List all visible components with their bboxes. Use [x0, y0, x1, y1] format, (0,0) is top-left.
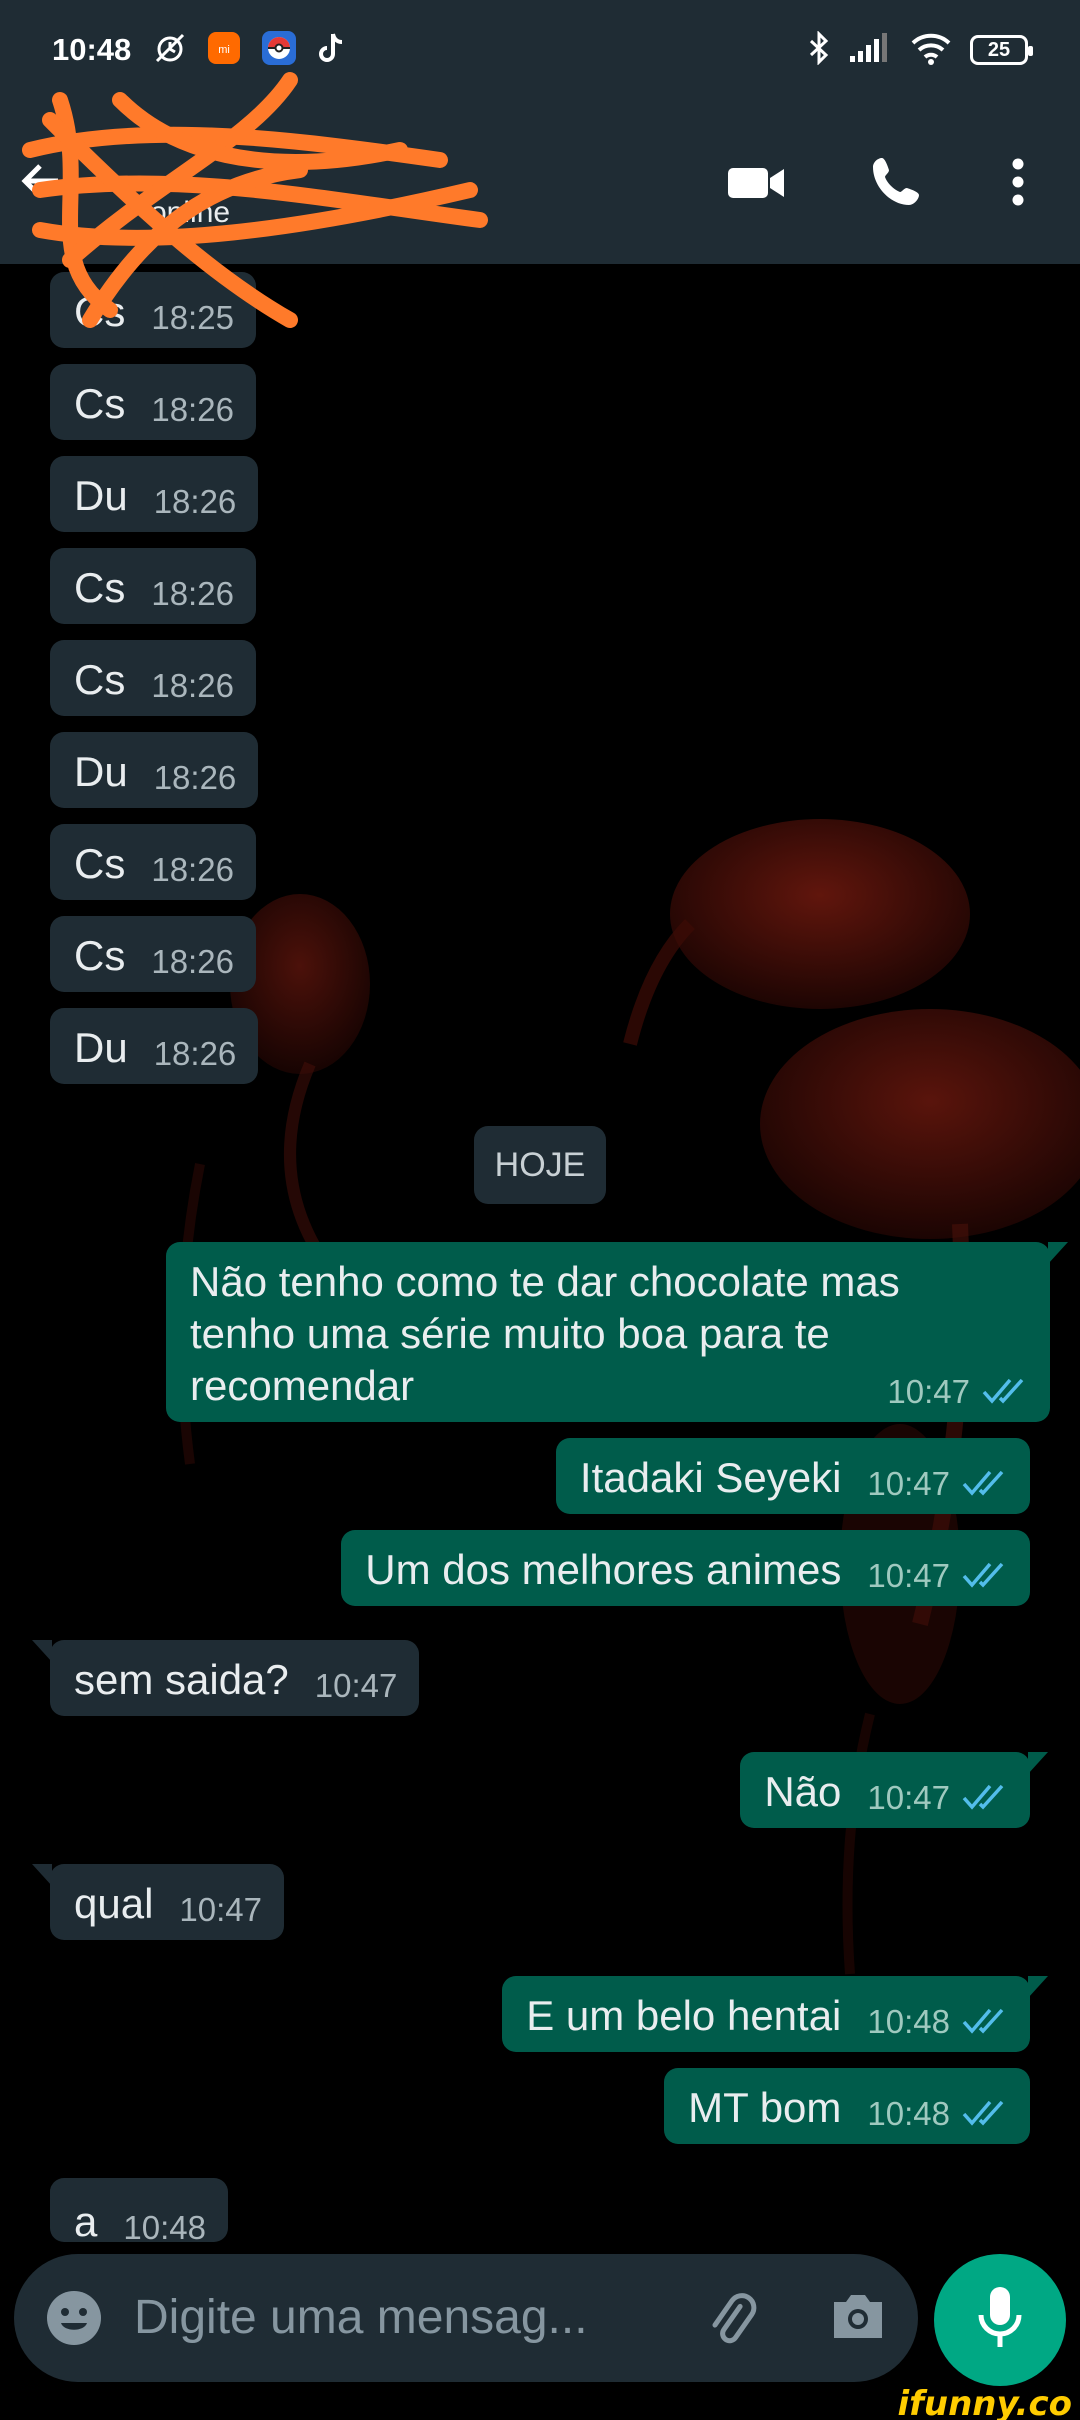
wifi-icon	[910, 31, 952, 70]
message-incoming[interactable]: Du 18:26	[50, 1008, 259, 1084]
status-bar: 10:48 mi 25	[0, 0, 1080, 100]
video-call-icon[interactable]	[724, 150, 788, 219]
signal-icon	[848, 32, 892, 69]
bubble-tail	[1028, 1752, 1048, 1774]
watermark: ifunny.co	[897, 2384, 1072, 2420]
message-text: Cs	[74, 656, 126, 703]
message-line: Não tenho como te dar chocolate mas	[190, 1258, 900, 1305]
chat-header: online	[0, 100, 1080, 264]
bluetooth-icon	[808, 29, 830, 70]
message-time: 10:48	[867, 2095, 950, 2132]
message-line: tenho uma série muito boa para te	[190, 1310, 830, 1357]
message-incoming[interactable]: Cs 18:26	[50, 824, 256, 900]
message-time: 18:26	[151, 943, 234, 980]
svg-text:mi: mi	[218, 44, 230, 56]
message-time: 18:26	[151, 851, 234, 888]
battery-indicator: 25	[970, 35, 1033, 65]
message-time: 10:47	[867, 1779, 950, 1816]
message-incoming[interactable]: Du 18:26	[50, 732, 259, 808]
bubble-tail	[32, 1640, 52, 1662]
phone-icon[interactable]	[864, 150, 928, 219]
bubble-tail	[50, 2178, 52, 2200]
message-text: Itadaki Seyeki	[579, 1454, 842, 1501]
message-text: E um belo hentai	[526, 1992, 842, 2039]
message-outgoing[interactable]: E um belo hentai 10:48	[502, 1976, 1048, 2052]
message-time: 18:26	[151, 391, 234, 428]
message-time: 10:48	[123, 2209, 206, 2242]
mic-icon	[975, 2285, 1025, 2356]
message-line: recomendar	[190, 1362, 415, 1409]
message-time: 10:47	[867, 1557, 950, 1594]
message-text: Cs	[74, 380, 126, 427]
message-input[interactable]	[134, 2282, 694, 2352]
message-text: Um dos melhores animes	[365, 1546, 842, 1593]
message-text: sem saida?	[74, 1656, 289, 1703]
back-arrow-icon[interactable]	[18, 158, 64, 209]
message-text: Cs	[74, 288, 126, 335]
message-outgoing[interactable]: MT bom 10:48	[664, 2068, 1030, 2144]
message-time: 10:47	[179, 1891, 262, 1928]
message-time: 10:47	[867, 1465, 950, 1502]
contact-status[interactable]: online	[150, 196, 230, 230]
message-time: 10:47	[314, 1667, 398, 1704]
read-ticks-icon	[960, 1458, 1008, 1510]
message-time: 18:26	[153, 1035, 237, 1072]
message-time: 10:48	[867, 2003, 950, 2040]
mi-app-icon: mi	[207, 31, 241, 70]
message-outgoing[interactable]: Não tenho como te dar chocolate mas tenh…	[166, 1242, 1068, 1422]
camera-icon[interactable]	[828, 2288, 888, 2349]
date-chip: HOJE	[474, 1126, 606, 1204]
message-text: Cs	[74, 932, 126, 979]
message-text: Du	[74, 748, 128, 795]
message-time: 18:26	[153, 483, 237, 520]
message-outgoing[interactable]: Itadaki Seyeki 10:47	[555, 1438, 1030, 1514]
read-ticks-icon	[960, 1550, 1008, 1602]
read-ticks-icon	[960, 1772, 1008, 1824]
message-text: Cs	[74, 564, 126, 611]
read-ticks-icon	[980, 1366, 1028, 1418]
message-time: 18:26	[153, 759, 237, 796]
message-incoming[interactable]: Cs 18:26	[50, 364, 256, 440]
mic-button[interactable]	[934, 2254, 1066, 2386]
message-incoming[interactable]: Du 18:26	[50, 456, 259, 532]
message-incoming[interactable]: sem saida? 10:47	[32, 1640, 420, 1716]
more-vert-icon[interactable]	[998, 150, 1038, 219]
message-incoming[interactable]: Cs 18:26	[50, 548, 256, 624]
message-time: 18:26	[151, 575, 234, 612]
bubble-tail	[1028, 1976, 1048, 1998]
message-composer	[14, 2254, 918, 2382]
pokeball-icon	[261, 30, 297, 71]
muted-alarm-icon	[153, 31, 187, 70]
message-incoming[interactable]: Cs 18:26	[50, 640, 256, 716]
message-text: Cs	[74, 840, 126, 887]
message-text: a	[74, 2198, 98, 2242]
message-text: qual	[74, 1880, 154, 1927]
message-time: 18:26	[151, 667, 234, 704]
message-incoming[interactable]: Cs 18:26	[50, 916, 256, 992]
read-ticks-icon	[960, 1996, 1008, 2048]
message-text: Não	[764, 1768, 842, 1815]
message-incoming[interactable]: a 10:48	[50, 2178, 228, 2242]
status-time: 10:48	[52, 32, 132, 67]
message-text: Du	[74, 472, 128, 519]
tiktok-icon	[317, 31, 347, 70]
message-time: 18:25	[151, 299, 234, 336]
message-time: 10:47	[887, 1373, 970, 1410]
message-incoming[interactable]: qual 10:47	[32, 1864, 284, 1940]
message-outgoing[interactable]: Não 10:47	[740, 1752, 1048, 1828]
bubble-tail	[1048, 1242, 1068, 1264]
attach-icon[interactable]	[700, 2286, 764, 2355]
emoji-icon[interactable]	[44, 2288, 104, 2353]
read-ticks-icon	[960, 2088, 1008, 2140]
message-incoming[interactable]: Cs 18:25	[50, 272, 256, 348]
message-text: MT bom	[688, 2084, 842, 2131]
message-outgoing[interactable]: Um dos melhores animes 10:47	[341, 1530, 1030, 1606]
bubble-tail	[32, 1864, 52, 1886]
message-text: Du	[74, 1024, 128, 1071]
